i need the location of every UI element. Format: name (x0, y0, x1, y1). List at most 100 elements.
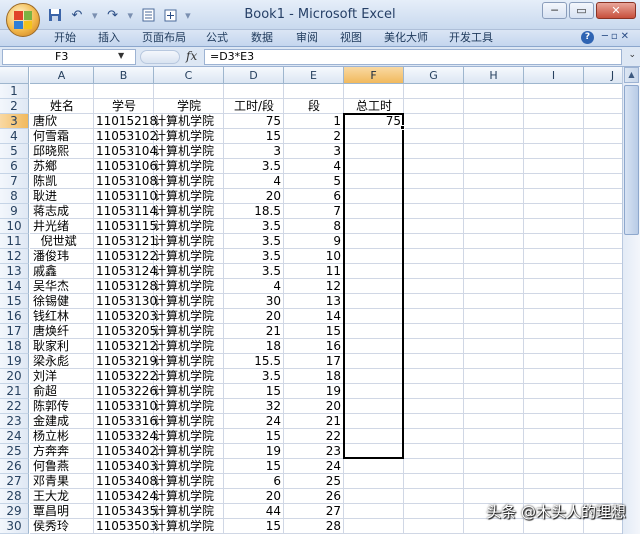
cell-college[interactable]: 计算机学院 (154, 324, 224, 339)
cell-segment[interactable]: 18 (284, 369, 344, 384)
active-cell-f3[interactable]: 75 (344, 114, 404, 129)
cell-id[interactable]: 11053115 (94, 219, 157, 234)
cell-id[interactable]: 11053205 (94, 324, 157, 339)
cell-id[interactable]: 11053219 (94, 354, 157, 369)
cell-id[interactable]: 11053212 (94, 339, 157, 354)
cell-name[interactable]: 覃昌明 (30, 504, 94, 519)
row-header[interactable]: 6 (0, 159, 29, 174)
cell-hours[interactable]: 15.5 (224, 354, 284, 369)
cell-segment[interactable]: 8 (284, 219, 344, 234)
row-header[interactable]: 1 (0, 84, 29, 99)
cell-segment[interactable]: 25 (284, 474, 344, 489)
cell-college[interactable]: 计算机学院 (154, 279, 224, 294)
row-header[interactable]: 5 (0, 144, 29, 159)
tab-view[interactable]: 视图 (340, 30, 362, 46)
cell-segment[interactable]: 15 (284, 324, 344, 339)
header-cell-segment[interactable]: 段 (284, 99, 344, 114)
cell-name[interactable]: 梁永彪 (30, 354, 94, 369)
close-button[interactable]: ✕ (596, 2, 636, 19)
cell-id[interactable]: 11053110 (94, 189, 157, 204)
cell-segment[interactable]: 7 (284, 204, 344, 219)
row-header[interactable]: 7 (0, 174, 29, 189)
cell-segment[interactable]: 17 (284, 354, 344, 369)
cell-name[interactable]: 徐锡健 (30, 294, 94, 309)
cell-name[interactable]: 唐欣 (30, 114, 94, 129)
minimize-button[interactable]: ─ (542, 2, 567, 19)
row-header[interactable]: 8 (0, 189, 29, 204)
cell-college[interactable]: 计算机学院 (154, 489, 224, 504)
cell-id[interactable]: 11053130 (94, 294, 157, 309)
tab-review[interactable]: 审阅 (296, 30, 318, 46)
column-header[interactable]: G (404, 67, 464, 84)
row-header[interactable]: 4 (0, 129, 29, 144)
cell-segment[interactable]: 26 (284, 489, 344, 504)
cell-hours[interactable]: 3.5 (224, 234, 284, 249)
tab-formulas[interactable]: 公式 (206, 30, 228, 46)
cell-id[interactable]: 11053226 (94, 384, 157, 399)
header-cell-id[interactable]: 学号 (94, 99, 154, 114)
cell-hours[interactable]: 4 (224, 174, 284, 189)
cell-id[interactable]: 11053106 (94, 159, 157, 174)
cell-hours[interactable]: 18 (224, 339, 284, 354)
cell-id[interactable]: 11053408 (94, 474, 157, 489)
row-header[interactable]: 28 (0, 489, 29, 504)
row-header[interactable]: 14 (0, 279, 29, 294)
cell-segment[interactable]: 12 (284, 279, 344, 294)
cell-hours[interactable]: 20 (224, 189, 284, 204)
cell-college[interactable]: 计算机学院 (154, 414, 224, 429)
row-header[interactable]: 27 (0, 474, 29, 489)
cell-hours[interactable]: 20 (224, 309, 284, 324)
cell-hours[interactable]: 30 (224, 294, 284, 309)
cell-id[interactable]: 11053310 (94, 399, 157, 414)
cell-college[interactable]: 计算机学院 (154, 504, 224, 519)
cell-name[interactable]: 钱红林 (30, 309, 94, 324)
cell-id[interactable]: 11053203 (94, 309, 157, 324)
ribbon-window-controls-icon[interactable]: ─▫✕ (602, 31, 632, 42)
cell-segment[interactable]: 23 (284, 444, 344, 459)
cell-college[interactable]: 计算机学院 (154, 339, 224, 354)
cell-hours[interactable]: 15 (224, 459, 284, 474)
row-header[interactable]: 18 (0, 339, 29, 354)
cell-name[interactable]: 戚鑫 (30, 264, 94, 279)
cell-college[interactable]: 计算机学院 (154, 264, 224, 279)
row-header[interactable]: 3 (0, 114, 29, 129)
cell-name[interactable]: 苏鄉 (30, 159, 94, 174)
cell-name[interactable]: 耿进 (30, 189, 94, 204)
cell-college[interactable]: 计算机学院 (154, 294, 224, 309)
row-header[interactable]: 17 (0, 324, 29, 339)
cell-hours[interactable]: 3.5 (224, 249, 284, 264)
tab-insert[interactable]: 插入 (98, 30, 120, 46)
cell-hours[interactable]: 19 (224, 444, 284, 459)
cell-college[interactable]: 计算机学院 (154, 174, 224, 189)
cell-id[interactable]: 11053324 (94, 429, 157, 444)
cell-hours[interactable]: 44 (224, 504, 284, 519)
column-header[interactable]: F (344, 67, 404, 84)
cell-name[interactable]: 何鲁燕 (30, 459, 94, 474)
header-cell-college[interactable]: 学院 (154, 99, 224, 114)
help-icon[interactable]: ? (581, 31, 594, 44)
header-cell-hours[interactable]: 工时/段 (224, 99, 284, 114)
cell-college[interactable]: 计算机学院 (154, 474, 224, 489)
tab-developer[interactable]: 开发工具 (449, 30, 493, 46)
cell-segment[interactable]: 6 (284, 189, 344, 204)
cell-hours[interactable]: 4 (224, 279, 284, 294)
row-header[interactable]: 19 (0, 354, 29, 369)
cell-id[interactable]: 11053403 (94, 459, 157, 474)
cell-name[interactable]: 何雪霜 (30, 129, 94, 144)
column-header[interactable]: B (94, 67, 154, 84)
cell-name[interactable]: 杨立彬 (30, 429, 94, 444)
cell-college[interactable]: 计算机学院 (154, 384, 224, 399)
column-header[interactable]: H (464, 67, 524, 84)
tab-beautify[interactable]: 美化大师 (384, 30, 428, 46)
cell-college[interactable]: 计算机学院 (154, 459, 224, 474)
cell-segment[interactable]: 2 (284, 129, 344, 144)
cell-id[interactable]: 11053104 (94, 144, 157, 159)
insert-function-icon[interactable]: fx (186, 49, 197, 63)
cell-hours[interactable]: 15 (224, 384, 284, 399)
row-header[interactable]: 13 (0, 264, 29, 279)
cell-segment[interactable]: 9 (284, 234, 344, 249)
column-header[interactable]: E (284, 67, 344, 84)
cell-name[interactable]: 方奔奔 (30, 444, 94, 459)
row-header[interactable]: 16 (0, 309, 29, 324)
cell-hours[interactable]: 32 (224, 399, 284, 414)
